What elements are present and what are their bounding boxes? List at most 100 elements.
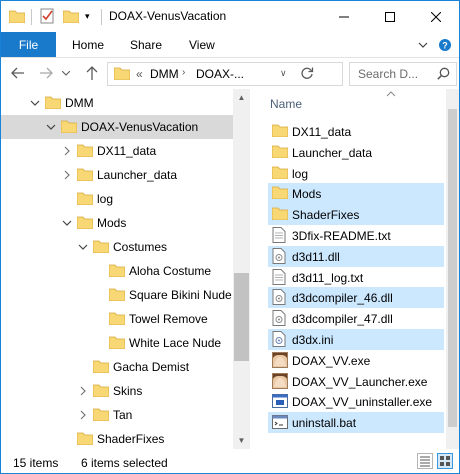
expand-ribbon-icon[interactable] [415, 37, 431, 53]
file-scrollbar-thumb[interactable] [448, 109, 457, 427]
file-list: Name DX11_data Launcher_data log Mods Shader… [250, 89, 446, 449]
tree-item[interactable]: ShaderFixes [1, 427, 233, 449]
new-folder-icon[interactable] [63, 7, 79, 25]
scrollbar-thumb[interactable] [234, 273, 249, 361]
tree-item[interactable]: DMM [1, 91, 233, 115]
address-overflow[interactable]: « [136, 67, 143, 81]
file-row[interactable]: ShaderFixes [268, 204, 444, 226]
large-icons-view-icon[interactable] [437, 453, 453, 469]
file-row[interactable]: DOAX_VV.exe [268, 350, 444, 371]
file-row[interactable]: d3dx.ini [268, 329, 444, 350]
quick-access-dropdown-icon[interactable]: ▾ [85, 7, 90, 25]
back-button[interactable] [7, 62, 29, 84]
tree-item-label: ShaderFixes [97, 432, 165, 446]
navigation-scrollbar[interactable]: ▲ ▼ [233, 89, 250, 449]
tab-home[interactable]: Home [72, 38, 104, 52]
file-row[interactable]: DOAX_VV_Launcher.exe [268, 371, 444, 392]
folder-icon [44, 95, 62, 112]
chevron-right-icon[interactable] [77, 385, 89, 397]
file-row[interactable]: 3Dfix-README.txt [268, 225, 444, 246]
chevron-right-icon[interactable] [61, 169, 73, 181]
address-dropdown-icon[interactable]: ∨ [280, 68, 287, 79]
file-row[interactable]: log [268, 163, 444, 184]
tab-file[interactable]: File [1, 32, 56, 57]
breadcrumb-dmm[interactable]: DMM [150, 67, 179, 81]
properties-icon[interactable] [39, 7, 55, 25]
tree-item-label: White Lace Nude [129, 336, 222, 350]
scroll-down-icon[interactable]: ▼ [233, 432, 250, 449]
tree-item[interactable]: Towel Remove [1, 307, 233, 331]
status-bar: 15 items 6 items selected [1, 449, 459, 473]
file-row[interactable]: d3d11.dll [268, 245, 444, 267]
breadcrumb-doax[interactable]: DOAX-... [196, 67, 244, 81]
folder-icon [76, 143, 94, 160]
file-row[interactable]: Mods [268, 183, 444, 205]
folder-icon [76, 191, 94, 208]
maximize-button[interactable] [367, 1, 413, 32]
folder-icon [92, 239, 110, 256]
tree-item[interactable]: Mods [1, 211, 233, 235]
tab-view[interactable]: View [189, 38, 215, 52]
tree-item[interactable]: DOAX-VenusVacation [1, 115, 233, 139]
file-row[interactable]: d3dcompiler_46.dll [268, 287, 444, 309]
tree-item[interactable]: Gacha Demist [1, 355, 233, 379]
file-list-scrollbar[interactable] [446, 89, 459, 449]
window-title: DOAX-VenusVacation [109, 9, 227, 23]
folder-icon [76, 215, 94, 232]
folder-icon [108, 263, 126, 280]
file-name: Mods [292, 187, 322, 202]
file-name: DOAX_VV_uninstaller.exe [292, 395, 433, 410]
tree-item[interactable]: Square Bikini Nude [1, 283, 233, 307]
breadcrumb-separator-icon[interactable]: › [182, 67, 185, 78]
forward-button[interactable] [35, 62, 57, 84]
file-row[interactable]: DOAX_VV_uninstaller.exe [268, 391, 444, 412]
folder-icon [60, 119, 78, 136]
recent-locations-icon[interactable] [59, 62, 73, 84]
chevron-down-icon[interactable] [77, 241, 89, 253]
column-header-label: Name [270, 97, 303, 111]
scroll-up-icon[interactable]: ▲ [233, 89, 250, 106]
folder-icon [108, 311, 126, 328]
chevron-right-icon[interactable] [77, 409, 89, 421]
chevron-right-icon[interactable] [61, 145, 73, 157]
folder-icon [271, 144, 289, 161]
file-row[interactable]: d3dcompiler_47.dll [268, 308, 444, 329]
tree-item[interactable]: DX11_data [1, 139, 233, 163]
chevron-down-icon[interactable] [61, 217, 73, 229]
tree-item[interactable]: Tan [1, 403, 233, 427]
tree-item[interactable]: White Lace Nude [1, 331, 233, 355]
tree-item[interactable]: Costumes [1, 235, 233, 259]
navigation-bar: « DMM › DOAX-... ∨ Search D... [1, 58, 459, 88]
file-row[interactable]: DX11_data [268, 121, 444, 142]
file-row[interactable]: d3d11_log.txt [268, 267, 444, 288]
chevron-down-icon[interactable] [29, 97, 41, 109]
search-icon[interactable] [437, 67, 450, 83]
file-row[interactable]: Launcher_data [268, 142, 444, 163]
minimize-button[interactable] [321, 1, 367, 32]
close-button[interactable] [413, 1, 459, 32]
file-name: DOAX_VV.exe [292, 353, 371, 368]
details-view-icon[interactable] [417, 453, 433, 469]
address-bar[interactable]: « DMM › DOAX-... ∨ [107, 62, 343, 86]
folder-icon [108, 287, 126, 304]
tree-item[interactable]: Skins [1, 379, 233, 403]
file-name: d3d11_log.txt [292, 270, 364, 285]
folder-icon [271, 185, 289, 202]
file-row[interactable]: uninstall.bat [268, 412, 444, 434]
tree-item[interactable]: Aloha Costume [1, 259, 233, 283]
tree-item[interactable]: log [1, 187, 233, 211]
svg-text:?: ? [442, 41, 448, 51]
column-header-name[interactable]: Name [250, 89, 446, 119]
tree-item-label: Launcher_data [97, 168, 178, 182]
tab-share[interactable]: Share [130, 38, 162, 52]
tree-item-label: Towel Remove [129, 312, 208, 326]
folder-icon [92, 407, 110, 424]
up-button[interactable] [81, 62, 103, 84]
search-input[interactable]: Search D... [349, 62, 457, 86]
chevron-down-icon[interactable] [45, 121, 57, 133]
ribbon-tabs: File Home Share View ? [1, 32, 459, 58]
tree-item[interactable]: Launcher_data [1, 163, 233, 187]
folder-icon [271, 165, 289, 182]
refresh-icon[interactable] [300, 66, 314, 83]
help-icon[interactable]: ? [437, 37, 453, 53]
